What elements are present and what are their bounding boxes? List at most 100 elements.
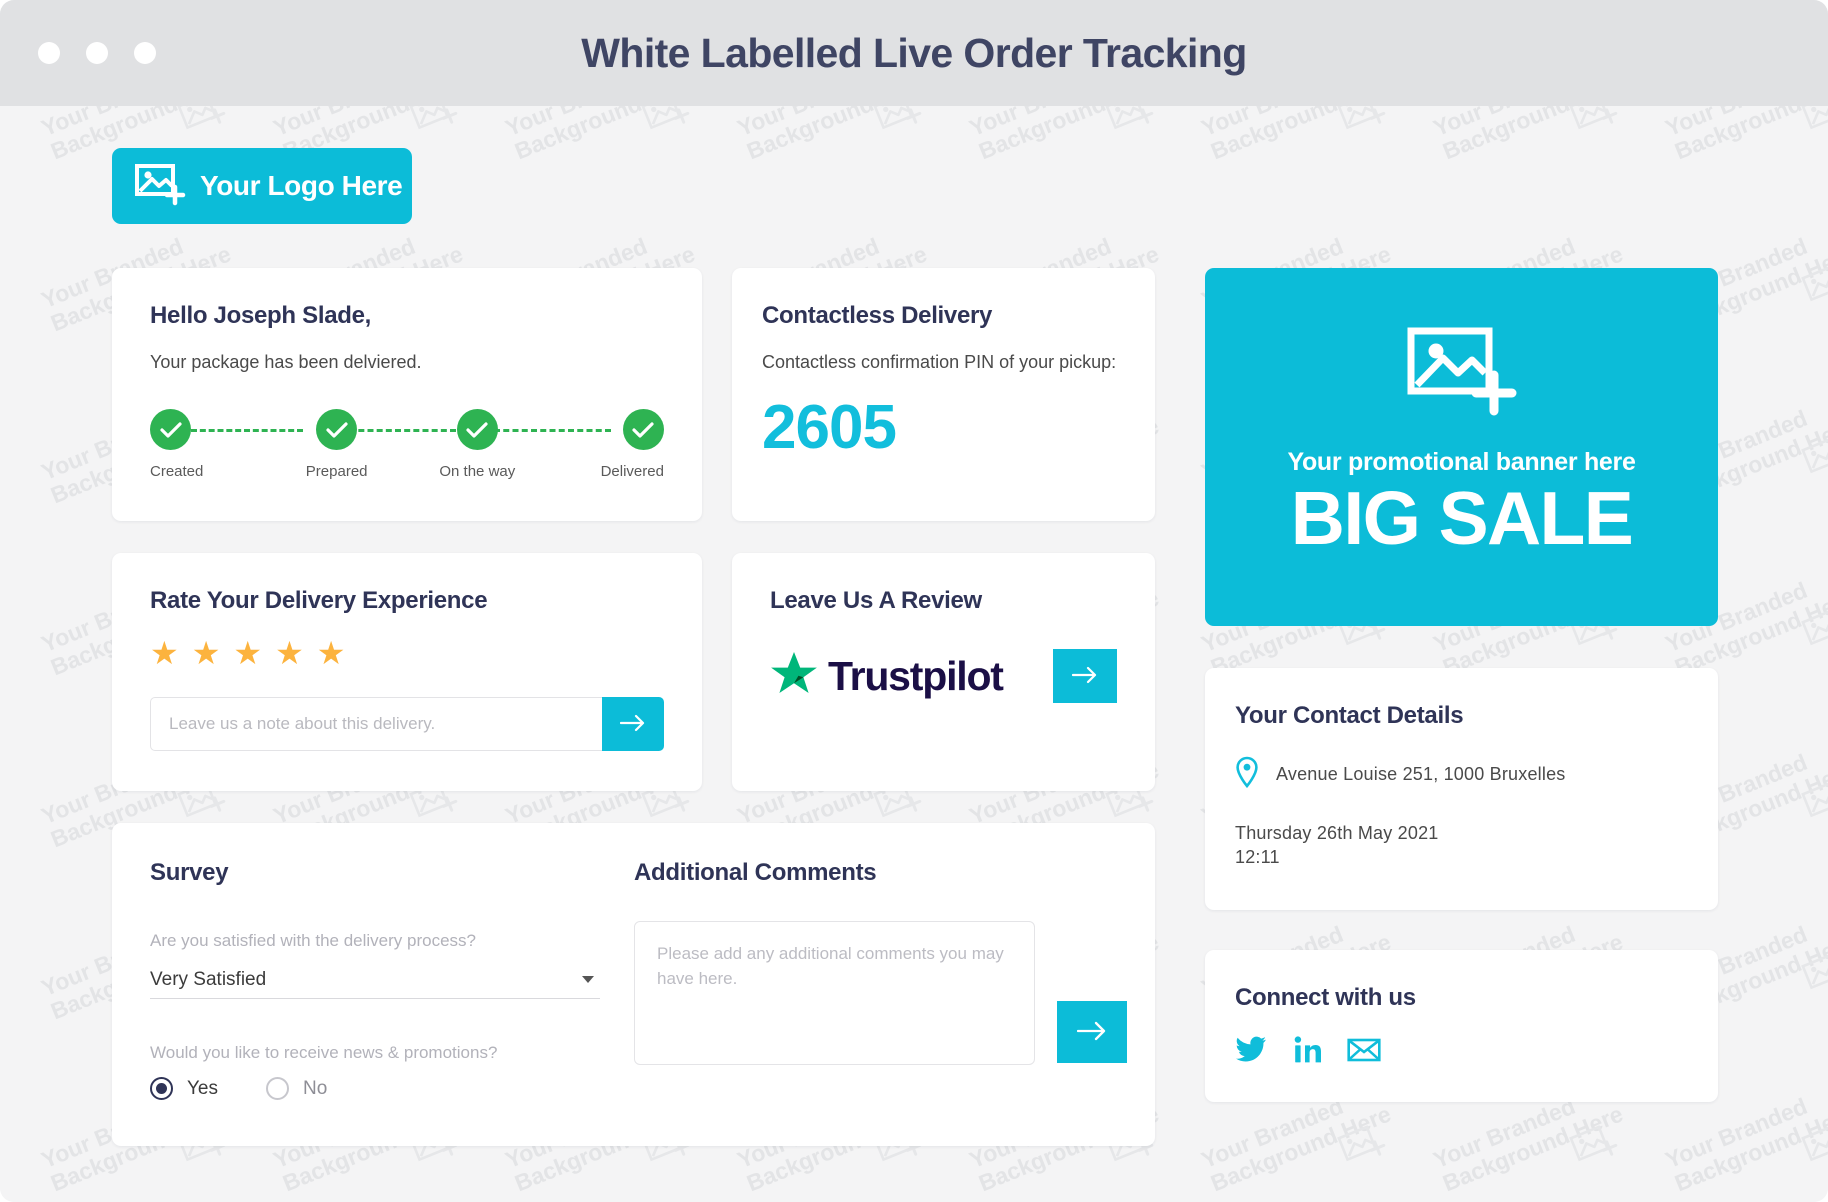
image-placeholder-icon: [1799, 106, 1828, 146]
star-icon-2[interactable]: ★: [192, 637, 221, 669]
promotional-banner[interactable]: Your promotional banner here BIG SALE: [1205, 268, 1718, 626]
star-icon-3[interactable]: ★: [233, 637, 262, 669]
window-dot-close[interactable]: [38, 42, 60, 64]
connect-title: Connect with us: [1235, 983, 1416, 1011]
newsletter-radio-no-label: No: [303, 1077, 328, 1099]
rate-experience-card: Rate Your Delivery Experience ★ ★ ★ ★ ★: [112, 553, 702, 791]
tracker-step-prepared: Prepared: [291, 409, 383, 480]
tracker-step-label: On the way: [439, 463, 516, 480]
delivery-note-row: [150, 697, 664, 751]
greeting-subtitle: Your package has been delviered.: [150, 352, 422, 372]
left-column: Hello Joseph Slade, Your package has bee…: [112, 268, 1155, 1146]
arrow-right-icon: [619, 714, 646, 735]
logo-placeholder-button[interactable]: Your Logo Here: [112, 148, 412, 224]
promo-headline: BIG SALE: [1290, 475, 1634, 560]
newsletter-radio-no[interactable]: No: [266, 1077, 327, 1100]
email-icon[interactable]: [1347, 1037, 1381, 1063]
twitter-icon[interactable]: [1235, 1036, 1267, 1064]
arrow-right-icon: [1071, 666, 1098, 687]
delivery-progress-tracker: Created Prepared On the way Delivered: [150, 409, 664, 487]
tracker-step-delivered: Delivered: [572, 409, 664, 480]
star-rating[interactable]: ★ ★ ★ ★ ★: [150, 637, 664, 669]
contact-datetime: Thursday 26th May 2021 12:11: [1235, 821, 1688, 870]
tracker-step-label: Created: [150, 463, 204, 480]
title-bar: White Labelled Live Order Tracking: [0, 0, 1828, 106]
check-icon: [622, 409, 664, 450]
star-icon-4[interactable]: ★: [275, 637, 304, 669]
star-icon-1[interactable]: ★: [150, 637, 179, 669]
top-cards-row: Hello Joseph Slade, Your package has bee…: [112, 268, 1155, 521]
app-window: White Labelled Live Order Tracking Your …: [0, 0, 1828, 1202]
radio-icon-selected: [150, 1077, 173, 1100]
image-placeholder-icon: [1335, 106, 1395, 146]
review-title: Leave Us A Review: [770, 587, 982, 614]
add-image-icon: [1406, 325, 1518, 422]
contactless-title: Contactless Delivery: [762, 302, 993, 329]
window-dot-minimize[interactable]: [86, 42, 108, 64]
window-traffic-lights: [38, 42, 156, 64]
newsletter-radio-group: Yes No: [150, 1077, 600, 1100]
newsletter-radio-yes[interactable]: Yes: [150, 1077, 218, 1100]
review-row: Trustpilot: [770, 649, 1117, 703]
main-layout: Hello Joseph Slade, Your package has bee…: [112, 268, 1718, 1146]
survey-card: Survey Are you satisfied with the delive…: [112, 823, 1155, 1146]
linkedin-icon[interactable]: [1293, 1035, 1321, 1064]
promo-subtitle: Your promotional banner here: [1287, 447, 1636, 476]
delivery-note-input[interactable]: [150, 697, 602, 751]
image-placeholder-icon: [1103, 106, 1163, 146]
tracker-step-label: Delivered: [600, 463, 664, 480]
contactless-delivery-card: Contactless Delivery Contactless confirm…: [732, 268, 1155, 521]
radio-icon-empty: [266, 1077, 289, 1100]
contact-time-value: 12:11: [1235, 847, 1280, 868]
tracker-step-label: Prepared: [305, 463, 368, 480]
submit-survey-button[interactable]: [1057, 1001, 1127, 1063]
map-pin-icon: [1235, 756, 1259, 793]
tracker-step-created: Created: [150, 409, 242, 480]
additional-comments-title: Additional Comments: [634, 859, 877, 886]
window-dot-maximize[interactable]: [134, 42, 156, 64]
survey-question-1: Are you satisfied with the delivery proc…: [150, 931, 476, 950]
arrow-right-icon: [1076, 1021, 1107, 1044]
chevron-down-icon: [582, 976, 594, 983]
check-icon: [316, 409, 358, 450]
submit-note-button[interactable]: [602, 697, 664, 751]
survey-question-2: Would you like to receive news & promoti…: [150, 1043, 498, 1062]
trustpilot-wordmark: Trustpilot: [828, 652, 1004, 699]
greeting-card: Hello Joseph Slade, Your package has bee…: [112, 268, 702, 521]
additional-comments-textarea[interactable]: [634, 921, 1035, 1065]
leave-review-card: Leave Us A Review Trustpilot: [732, 553, 1155, 791]
logo-label: Your Logo Here: [200, 170, 403, 201]
survey-left-column: Survey Are you satisfied with the delive…: [150, 859, 600, 1100]
page-content: Your Logo Here Hello Joseph Slade, Your …: [0, 148, 1828, 1146]
image-placeholder-icon: [871, 106, 931, 146]
contactless-pin-value: 2605: [762, 393, 897, 462]
greeting-title: Hello Joseph Slade,: [150, 302, 372, 329]
trustpilot-logo[interactable]: Trustpilot: [770, 651, 1004, 702]
image-placeholder-icon: [407, 106, 467, 146]
tracker-step-on-the-way: On the way: [431, 409, 523, 480]
check-icon: [456, 409, 498, 450]
page-body: Your BrandedBackground HereYour BrandedB…: [0, 106, 1828, 1202]
additional-comments-row: [634, 921, 1127, 1065]
open-trustpilot-button[interactable]: [1053, 649, 1117, 703]
survey-title: Survey: [150, 859, 229, 886]
image-placeholder-icon: [1567, 106, 1627, 146]
contact-address-line: Avenue Louise 251, 1000 Bruxelles: [1235, 756, 1688, 793]
contact-title: Your Contact Details: [1235, 702, 1464, 729]
survey-right-column: Additional Comments: [600, 859, 1127, 1100]
contact-details-card: Your Contact Details Avenue Louise 251, …: [1205, 668, 1718, 910]
image-placeholder-icon: [639, 106, 699, 146]
image-placeholder-icon: [175, 106, 235, 146]
trustpilot-star-icon: [770, 651, 818, 702]
add-image-icon: [134, 163, 186, 210]
star-icon-5[interactable]: ★: [317, 637, 346, 669]
satisfaction-select[interactable]: Very Satisfied: [150, 961, 600, 999]
rate-title: Rate Your Delivery Experience: [150, 587, 488, 614]
image-placeholder-icon: [0, 106, 3, 146]
newsletter-radio-yes-label: Yes: [187, 1077, 218, 1099]
contactless-subtitle: Contactless confirmation PIN of your pic…: [762, 352, 1117, 372]
page-title: White Labelled Live Order Tracking: [581, 29, 1247, 76]
social-links: [1235, 1035, 1688, 1064]
tracker-steps: Created Prepared On the way Delivered: [150, 409, 664, 480]
contact-address: Avenue Louise 251, 1000 Bruxelles: [1276, 764, 1566, 784]
